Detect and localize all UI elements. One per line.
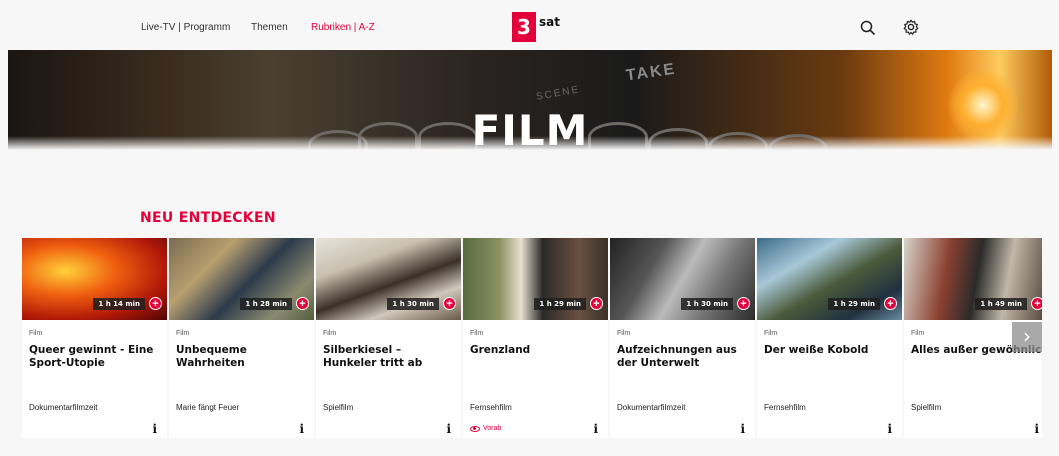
card-title[interactable]: Queer gewinnt - Eine Sport-Utopie <box>29 344 161 370</box>
vorab-label: Vorab <box>483 425 502 432</box>
duration-badge: 1 h 30 min <box>681 298 733 310</box>
clapperboard-take-text: TAKE <box>624 60 678 85</box>
info-icon[interactable]: i <box>740 422 745 436</box>
card-genre: Film <box>29 330 43 337</box>
card-title[interactable]: Der weiße Kobold <box>764 344 896 357</box>
logo-mark: 3 <box>512 12 536 42</box>
duration-badge: 1 h 28 min <box>240 298 292 310</box>
info-icon[interactable]: i <box>593 422 598 436</box>
card-title[interactable]: Grenzland <box>470 344 602 357</box>
info-icon[interactable]: i <box>446 422 451 436</box>
duration-badge: 1 h 49 min <box>975 298 1027 310</box>
eye-icon <box>470 425 480 432</box>
info-icon[interactable]: i <box>152 422 157 436</box>
plus-circle-icon[interactable]: + <box>1031 297 1042 310</box>
card-genre: Film <box>617 330 631 337</box>
card-series[interactable]: Dokumentarfilmzeit <box>29 403 97 412</box>
chevron-right-icon[interactable]: › <box>1012 322 1042 352</box>
hero-banner: TAKE SCENE FILM <box>8 50 1052 150</box>
nav-link-themen[interactable]: Themen <box>251 22 288 33</box>
plus-circle-icon[interactable]: + <box>443 297 456 310</box>
card-series[interactable]: Fernsehfilm <box>470 403 512 412</box>
page-title: FILM <box>471 106 589 150</box>
top-navigation: Live-TV | Programm Themen Rubriken | A-Z… <box>0 0 1059 50</box>
card-title[interactable]: Silberkiesel – Hunkeler tritt ab <box>323 344 455 370</box>
teaser-card[interactable]: 1 h 14 min + Film Queer gewinnt - Eine S… <box>22 238 167 438</box>
teaser-card[interactable]: 1 h 30 min + Film Silberkiesel – Hunkele… <box>316 238 461 438</box>
teaser-card[interactable]: 1 h 29 min + Film Der weiße Kobold Ferns… <box>757 238 902 438</box>
logo-text: sat <box>539 15 560 29</box>
card-genre: Film <box>323 330 337 337</box>
plus-circle-icon[interactable]: + <box>884 297 897 310</box>
3sat-logo[interactable]: 3 sat <box>512 12 560 42</box>
section-title: NEU ENTDECKEN <box>140 210 276 226</box>
duration-badge: 1 h 29 min <box>534 298 586 310</box>
plus-circle-icon[interactable]: + <box>737 297 750 310</box>
teaser-card[interactable]: 1 h 29 min + Film Grenzland Fernsehfilm … <box>463 238 608 438</box>
clapperboard-scene-text: SCENE <box>535 84 582 103</box>
nav-link-live-tv[interactable]: Live-TV | Programm <box>141 22 230 33</box>
card-series[interactable]: Spielfilm <box>323 403 353 412</box>
gear-icon[interactable] <box>902 18 920 36</box>
search-icon[interactable] <box>860 20 876 36</box>
card-genre: Film <box>176 330 190 337</box>
teaser-rail: 1 h 14 min + Film Queer gewinnt - Eine S… <box>22 238 1042 438</box>
card-genre: Film <box>911 330 925 337</box>
card-title[interactable]: Unbequeme Wahrheiten <box>176 344 308 370</box>
card-title[interactable]: Aufzeichnungen aus der Unterwelt <box>617 344 749 370</box>
card-series[interactable]: Fernsehfilm <box>764 403 806 412</box>
card-series[interactable]: Dokumentarfilmzeit <box>617 403 685 412</box>
info-icon[interactable]: i <box>299 422 304 436</box>
plus-circle-icon[interactable]: + <box>590 297 603 310</box>
card-series[interactable]: Spielfilm <box>911 403 941 412</box>
plus-circle-icon[interactable]: + <box>149 297 162 310</box>
teaser-card[interactable]: 1 h 28 min + Film Unbequeme Wahrheiten M… <box>169 238 314 438</box>
info-icon[interactable]: i <box>1034 422 1039 436</box>
duration-badge: 1 h 30 min <box>387 298 439 310</box>
info-icon[interactable]: i <box>887 422 892 436</box>
nav-link-rubriken[interactable]: Rubriken | A-Z <box>311 22 375 33</box>
card-genre: Film <box>470 330 484 337</box>
duration-badge: 1 h 14 min <box>93 298 145 310</box>
vorab-badge: Vorab <box>470 425 501 432</box>
card-series[interactable]: Marie fängt Feuer <box>176 403 239 412</box>
plus-circle-icon[interactable]: + <box>296 297 309 310</box>
duration-badge: 1 h 29 min <box>828 298 880 310</box>
teaser-card[interactable]: 1 h 30 min + Film Aufzeichnungen aus der… <box>610 238 755 438</box>
card-genre: Film <box>764 330 778 337</box>
